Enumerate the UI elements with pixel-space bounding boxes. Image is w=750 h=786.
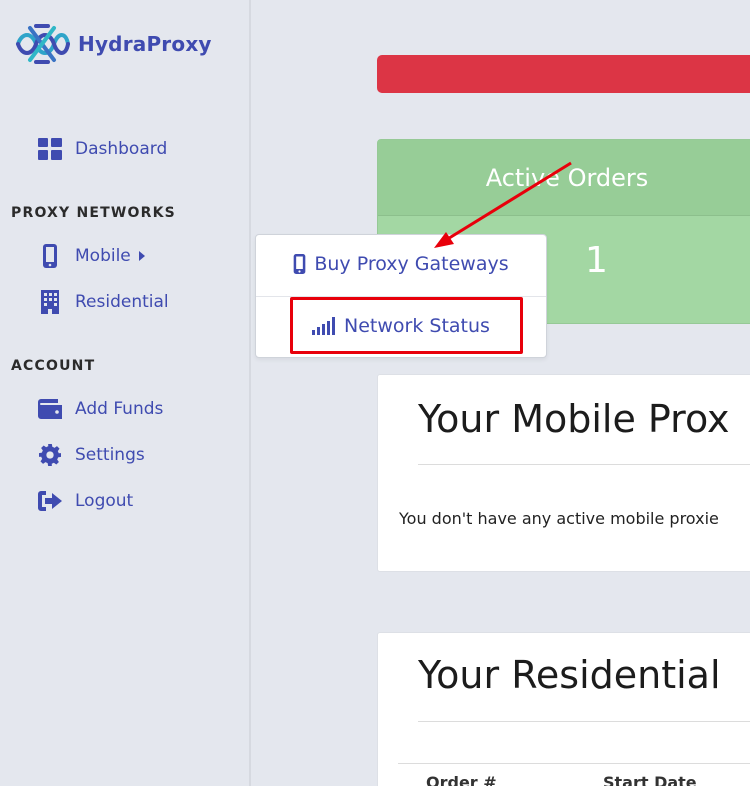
brand-name: HydraProxy	[78, 32, 212, 56]
active-orders-header: Active Orders	[378, 140, 750, 216]
divider	[418, 464, 750, 465]
gear-icon	[38, 443, 62, 467]
knot-logo-icon	[16, 24, 70, 64]
residential-proxies-panel: Your Residential Order # Start Date	[377, 632, 750, 786]
mobile-empty-text: You don't have any active mobile proxie	[399, 509, 719, 528]
menu-item-buy-proxy-gateways[interactable]: Buy Proxy Gateways	[256, 253, 546, 275]
signal-bars-icon	[312, 317, 336, 335]
building-icon	[38, 290, 62, 314]
column-header-start-date[interactable]: Start Date	[603, 773, 697, 786]
section-title-proxy-networks: PROXY NETWORKS	[11, 205, 176, 221]
divider	[418, 721, 750, 722]
caret-right-icon	[138, 251, 145, 261]
brand[interactable]: HydraProxy	[12, 22, 212, 66]
wallet-icon	[38, 397, 62, 421]
sidebar-item-dashboard[interactable]: Dashboard	[38, 137, 167, 161]
mobile-dropdown-menu: Buy Proxy Gateways Network Status	[255, 234, 547, 358]
alert-banner	[377, 55, 750, 93]
residential-panel-title: Your Residential	[418, 653, 721, 697]
sidebar-item-label: Dashboard	[75, 139, 168, 159]
sidebar-item-label: Residential	[75, 292, 169, 312]
column-header-order[interactable]: Order #	[426, 773, 497, 786]
mobile-panel-title: Your Mobile Prox	[418, 397, 730, 441]
divider	[256, 296, 546, 297]
dashboard-icon	[38, 137, 62, 161]
section-title-account: ACCOUNT	[11, 358, 96, 374]
mobile-proxies-panel: Your Mobile Prox You don't have any acti…	[377, 374, 750, 572]
mobile-phone-icon	[293, 254, 306, 274]
sidebar-item-label: Add Funds	[75, 399, 164, 419]
mobile-phone-icon	[38, 244, 62, 268]
logout-icon	[38, 489, 62, 513]
sidebar: HydraProxy Dashboard PROXY NETWORKS Mobi…	[0, 0, 251, 786]
menu-item-label: Network Status	[344, 315, 490, 337]
sidebar-item-add-funds[interactable]: Add Funds	[38, 397, 163, 421]
sidebar-item-mobile[interactable]: Mobile	[38, 244, 145, 268]
sidebar-item-logout[interactable]: Logout	[38, 489, 133, 513]
sidebar-item-label: Settings	[75, 445, 145, 465]
sidebar-item-label: Mobile	[75, 246, 131, 266]
table-header-rule	[398, 763, 750, 764]
active-orders-title: Active Orders	[485, 163, 649, 192]
sidebar-item-label: Logout	[75, 491, 134, 511]
sidebar-item-residential[interactable]: Residential	[38, 290, 169, 314]
menu-item-label: Buy Proxy Gateways	[314, 253, 509, 275]
sidebar-item-settings[interactable]: Settings	[38, 443, 145, 467]
menu-item-network-status[interactable]: Network Status	[256, 315, 546, 337]
